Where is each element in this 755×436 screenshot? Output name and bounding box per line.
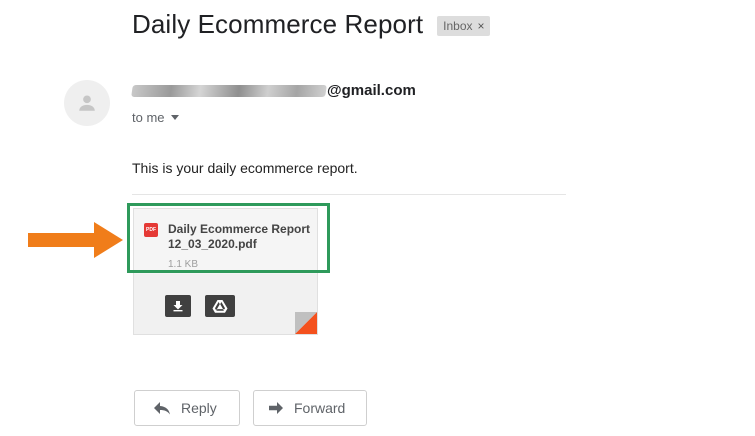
recipient-details[interactable]: to me: [132, 110, 179, 125]
subject-row: Daily Ecommerce Report Inbox ×: [132, 9, 490, 40]
forward-icon: [268, 401, 284, 415]
inbox-label-chip[interactable]: Inbox ×: [437, 16, 490, 36]
orange-arrow-icon: [28, 222, 123, 258]
pdf-icon: PDF: [144, 223, 158, 237]
sender-domain: @gmail.com: [327, 82, 416, 99]
attachment-card[interactable]: PDF Daily Ecommerce Report 12_03_2020.pd…: [133, 208, 318, 335]
download-icon: [173, 301, 183, 312]
download-button[interactable]: [165, 295, 191, 317]
label-text: Inbox: [443, 19, 473, 33]
attachment-divider: [132, 194, 566, 195]
attachment-size: 1.1 KB: [168, 259, 199, 270]
google-drive-icon: [212, 300, 228, 313]
reply-label: Reply: [181, 400, 217, 416]
forward-button[interactable]: Forward: [253, 390, 367, 426]
person-icon: [79, 95, 95, 111]
email-body: This is your daily ecommerce report.: [132, 160, 358, 176]
recipient-text: to me: [132, 110, 165, 125]
save-to-drive-button[interactable]: [205, 295, 235, 317]
chevron-down-icon[interactable]: [170, 115, 179, 120]
email-subject: Daily Ecommerce Report: [132, 9, 424, 39]
sender-avatar[interactable]: [64, 80, 110, 126]
page-corner-shadow: [295, 312, 317, 334]
remove-label-icon[interactable]: ×: [478, 19, 485, 33]
forward-label: Forward: [294, 400, 346, 416]
attachment-filename[interactable]: Daily Ecommerce Report 12_03_2020.pdf: [168, 222, 317, 252]
sender-address: @gmail.com: [131, 82, 416, 99]
redacted-sender-name: [131, 84, 327, 97]
reply-icon: [153, 401, 171, 415]
reply-button[interactable]: Reply: [134, 390, 240, 426]
